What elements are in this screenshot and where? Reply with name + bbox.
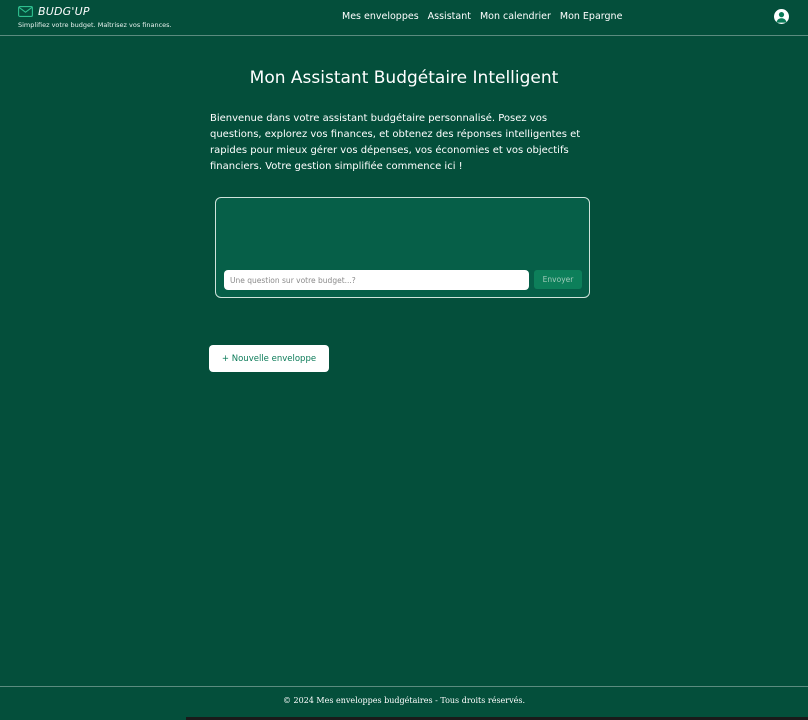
brand[interactable]: BUDG'UP Simplifiez votre budget. Maîtris…: [18, 4, 172, 30]
nav-item-mon-calendrier[interactable]: Mon calendrier: [480, 11, 551, 22]
intro-text: Bienvenue dans votre assistant budgétair…: [210, 113, 581, 172]
user-avatar-icon[interactable]: [774, 9, 789, 24]
nav-item-mon-epargne[interactable]: Mon Epargne: [560, 11, 623, 22]
top-header: BUDG'UP Simplifiez votre budget. Maîtris…: [0, 0, 808, 36]
brand-row: BUDG'UP: [18, 4, 172, 18]
brand-tagline: Simplifiez votre budget. Maîtrisez vos f…: [18, 21, 172, 29]
footer-copyright: © 2024 Mes enveloppes budgétaires - Tous…: [282, 696, 526, 705]
new-envelope-button[interactable]: + Nouvelle enveloppe: [209, 345, 329, 372]
user-silhouette-icon: [776, 12, 787, 23]
page-title: Mon Assistant Budgétaire Intelligent: [249, 68, 559, 88]
chat-panel: Envoyer: [215, 197, 590, 298]
footer: © 2024 Mes enveloppes budgétaires - Tous…: [0, 686, 808, 720]
main-nav: Mes enveloppes Assistant Mon calendrier …: [342, 11, 622, 22]
send-button[interactable]: Envoyer: [534, 270, 582, 289]
envelope-icon: [18, 5, 33, 17]
nav-item-mes-enveloppes[interactable]: Mes enveloppes: [342, 11, 419, 22]
page: BUDG'UP Simplifiez votre budget. Maîtris…: [0, 0, 808, 720]
nav-item-assistant[interactable]: Assistant: [428, 11, 471, 22]
brand-name: BUDG'UP: [38, 4, 90, 18]
question-input[interactable]: [224, 270, 529, 290]
